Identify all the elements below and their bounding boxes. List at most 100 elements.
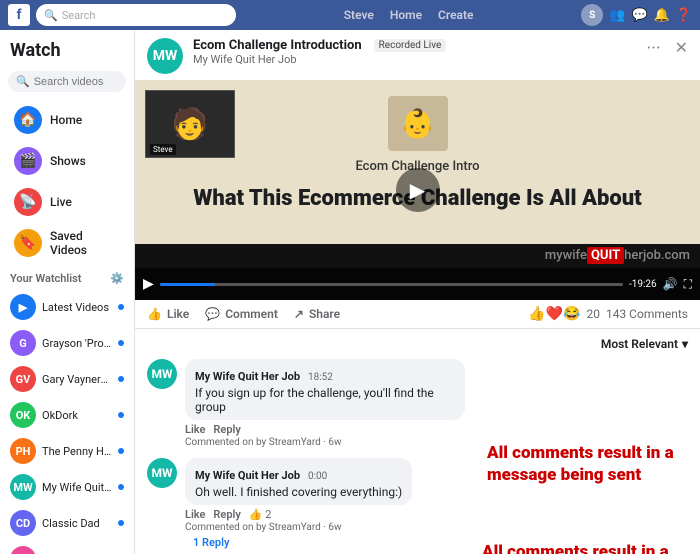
- video-subtitle: My Wife Quit Her Job: [193, 53, 636, 66]
- annotation-text: All comments result in a message being s…: [482, 542, 682, 554]
- gary-dot: [118, 376, 124, 382]
- play-button[interactable]: ▶: [396, 168, 440, 212]
- comment-via-1: Commented on by StreamYard: [185, 437, 321, 448]
- sidebar-item-saved[interactable]: 🔖 Saved Videos: [4, 223, 130, 263]
- share-label: Share: [309, 307, 340, 321]
- play-pause-button[interactable]: ▶: [143, 276, 154, 292]
- saved-icon: 🔖: [14, 229, 42, 257]
- like-button[interactable]: 👍 Like: [147, 307, 189, 321]
- watchlist-section-header: Your Watchlist ⚙️: [0, 264, 134, 289]
- user-avatar[interactable]: S: [581, 4, 603, 26]
- fullscreen-button[interactable]: ⛶: [684, 277, 692, 292]
- sort-chevron-icon[interactable]: ▾: [682, 337, 688, 351]
- like-label: Like: [167, 307, 189, 321]
- watchlist-settings-icon[interactable]: ⚙️: [110, 272, 124, 285]
- sidebar-title: Watch: [10, 40, 61, 61]
- comment-body-1: My Wife Quit Her Job 18:52 If you sign u…: [185, 359, 688, 448]
- comment-author-1: My Wife Quit Her Job: [195, 370, 300, 383]
- classic-label: Classic Dad: [42, 517, 112, 530]
- search-bar[interactable]: 🔍 Search: [36, 4, 236, 26]
- mywife-avatar: MW: [10, 474, 36, 500]
- comment-like-2[interactable]: Like: [185, 508, 205, 521]
- grayson-dot: [118, 340, 124, 346]
- sidebar-item-shows[interactable]: 🎬 Shows: [4, 141, 130, 181]
- comment-reply-1[interactable]: Reply: [213, 423, 240, 436]
- sidebar: Watch 🔍 🏠 Home 🎬 Shows 📡 Live 🔖 Saved Vi…: [0, 30, 135, 554]
- okdork-label: OkDork: [42, 409, 112, 422]
- website-watermark: mywife QUIT herjob.com: [545, 247, 690, 264]
- website-part1: mywife: [545, 248, 587, 263]
- sidebar-item-home[interactable]: 🏠 Home: [4, 100, 130, 140]
- comment-avatar-1: MW: [147, 359, 177, 389]
- watchlist-item-classic[interactable]: CD Classic Dad: [0, 505, 134, 541]
- video-options-icon[interactable]: ···: [646, 38, 660, 59]
- shows-icon: 🎬: [14, 147, 42, 175]
- share-button[interactable]: ↗ Share: [294, 307, 340, 321]
- website-quit: QUIT: [587, 247, 624, 264]
- sidebar-header: Watch: [0, 30, 134, 67]
- video-player[interactable]: 👶 Ecom Challenge Intro What This Ecommer…: [135, 80, 700, 300]
- notification-icon[interactable]: 🔔: [654, 8, 670, 23]
- nav-steve[interactable]: Steve: [344, 8, 374, 22]
- gary-avatar: GV: [10, 366, 36, 392]
- watchlist-item-penny[interactable]: PH The Penny Hoarder: [0, 433, 134, 469]
- website-part2: herjob.com: [624, 248, 690, 263]
- nav-create[interactable]: Create: [438, 8, 473, 22]
- facebook-logo[interactable]: f: [8, 4, 30, 26]
- help-icon[interactable]: ❓: [676, 8, 692, 23]
- comment-body-2: My Wife Quit Her Job 0:00 Oh well. I fin…: [185, 458, 688, 549]
- okdork-dot: [118, 412, 124, 418]
- pip-label: Steve: [150, 144, 176, 155]
- smart-avatar: SP: [10, 546, 36, 554]
- watchlist-item-smart[interactable]: SP Smart Passive Inco...: [0, 541, 134, 554]
- progress-bar[interactable]: [160, 283, 623, 286]
- comment-reply-2[interactable]: Reply: [213, 508, 240, 521]
- like-emoji: 👍: [528, 306, 545, 322]
- recorded-badge: Recorded Live: [374, 39, 447, 52]
- emoji-reactions: 👍 ❤️ 😂: [528, 306, 580, 322]
- video-meta: Ecom Challenge Introduction Recorded Liv…: [193, 38, 636, 66]
- reactions-bar: 👍 Like 💬 Comment ↗ Share 👍 ❤️: [135, 300, 700, 329]
- comment-meta-2: Commented on by StreamYard · 6w: [185, 522, 688, 533]
- watchlist-item-okdork[interactable]: OK OkDork: [0, 397, 134, 433]
- mywife-label: My Wife Quit Her Job: [42, 481, 112, 494]
- share-icon: ↗: [294, 307, 304, 321]
- main-layout: Watch 🔍 🏠 Home 🎬 Shows 📡 Live 🔖 Saved Vi…: [0, 30, 700, 554]
- love-emoji: ❤️: [546, 306, 563, 322]
- watchlist-item-gary[interactable]: GV Gary Vaynerchuk: [0, 361, 134, 397]
- people-icon[interactable]: 👥: [609, 8, 625, 23]
- okdork-avatar: OK: [10, 402, 36, 428]
- comment-avatar-2: MW: [147, 458, 177, 488]
- comment-like-1[interactable]: Like: [185, 423, 205, 436]
- close-button[interactable]: ✕: [675, 38, 688, 57]
- sidebar-search-input[interactable]: [34, 76, 114, 88]
- watchlist-item-grayson[interactable]: G Grayson 'Professor'...: [0, 325, 134, 361]
- channel-avatar: MW: [147, 38, 183, 74]
- sidebar-item-live[interactable]: 📡 Live: [4, 182, 130, 222]
- sidebar-search-bar[interactable]: 🔍: [8, 71, 126, 92]
- video-header: MW Ecom Challenge Introduction Recorded …: [135, 30, 700, 80]
- comment-item: MW My Wife Quit Her Job 18:52 If you sig…: [147, 359, 688, 448]
- nav-home[interactable]: Home: [390, 8, 422, 22]
- gary-label: Gary Vaynerchuk: [42, 373, 112, 386]
- watchlist-item-latest[interactable]: ▶ Latest Videos: [0, 289, 134, 325]
- comment-item-2: MW My Wife Quit Her Job 0:00 Oh well. I …: [147, 458, 688, 549]
- comment-button[interactable]: 💬 Comment: [205, 307, 278, 321]
- time-display: -19:26: [629, 279, 657, 290]
- video-title: Ecom Challenge Introduction: [193, 38, 362, 53]
- progress-fill: [160, 283, 216, 286]
- watchlist-item-mywife[interactable]: MW My Wife Quit Her Job: [0, 469, 134, 505]
- sort-label[interactable]: Most Relevant: [601, 337, 678, 351]
- comment-via-2: Commented on by StreamYard: [185, 522, 321, 533]
- comment-actions-2: Like Reply 👍 2: [185, 508, 688, 521]
- reaction-counts: 👍 ❤️ 😂 20 143 Comments: [528, 306, 688, 322]
- messenger-icon[interactable]: 💬: [631, 8, 647, 23]
- classic-avatar: CD: [10, 510, 36, 536]
- nav-links: Steve Home Create: [242, 8, 575, 22]
- mywife-dot: [118, 484, 124, 490]
- penny-dot: [118, 448, 124, 454]
- top-nav: f 🔍 Search Steve Home Create S 👥 💬 🔔 ❓: [0, 0, 700, 30]
- volume-icon[interactable]: 🔊: [663, 277, 678, 291]
- comment-text-1: If you sign up for the challenge, you'll…: [195, 386, 455, 414]
- classic-dot: [118, 520, 124, 526]
